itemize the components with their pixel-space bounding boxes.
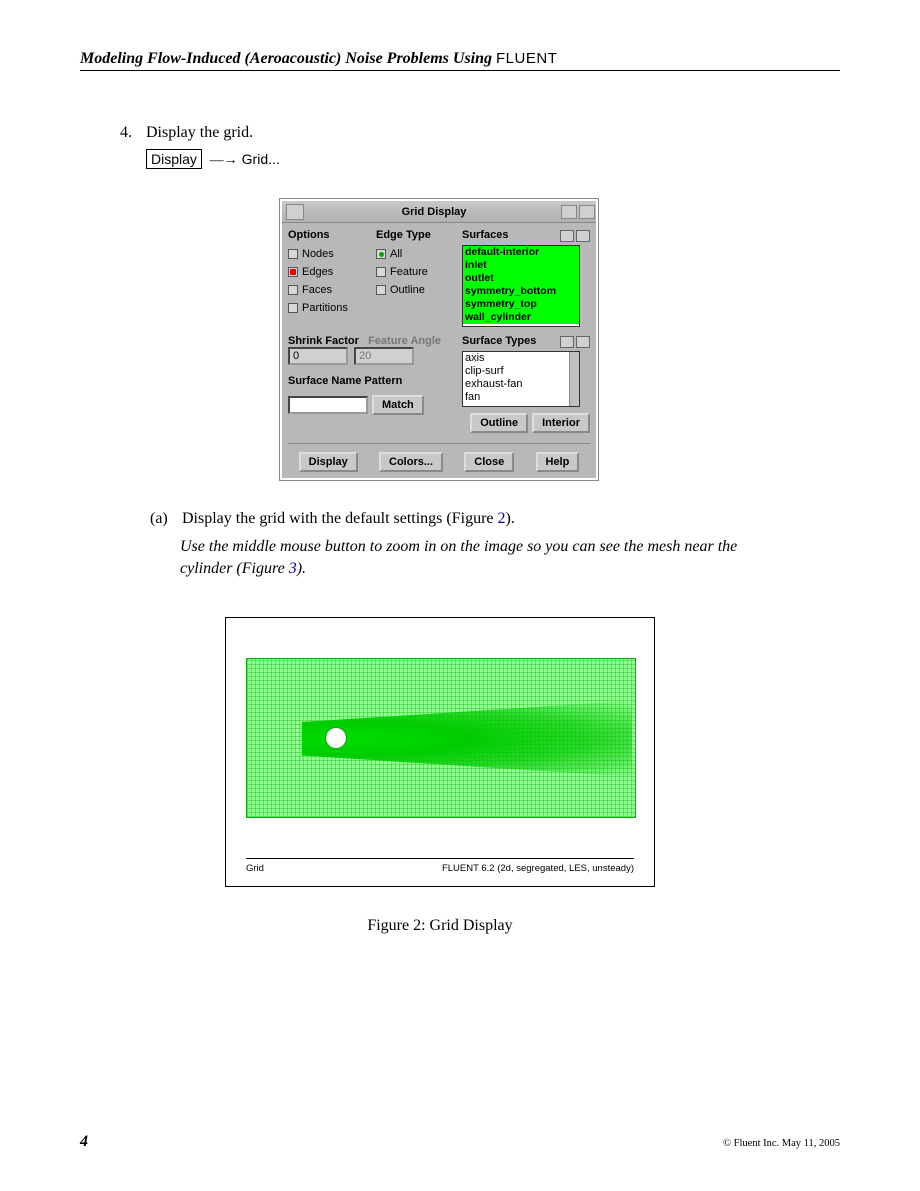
outline-button[interactable]: Outline	[470, 413, 528, 433]
grid-display-dialog: Grid Display Options Nodes Edges Faces P…	[280, 199, 598, 480]
radio-outline-label: Outline	[390, 284, 425, 296]
menu-grid: Grid...	[242, 151, 280, 167]
colors-button[interactable]: Colors...	[379, 452, 443, 472]
instruction-after: ).	[297, 560, 306, 577]
step-text: Display the grid.	[146, 124, 253, 141]
checkbox-edges-label: Edges	[302, 266, 333, 278]
cylinder-icon	[325, 727, 347, 749]
interior-button[interactable]: Interior	[532, 413, 590, 433]
mesh-plot	[246, 658, 636, 818]
edge-type-label: Edge Type	[376, 229, 456, 241]
list-item[interactable]: wall_cylinder	[463, 311, 579, 324]
list-item[interactable]: fan	[463, 391, 579, 404]
menu-display: Display	[146, 149, 202, 169]
radio-all[interactable]: All	[376, 248, 456, 260]
checkbox-faces[interactable]: Faces	[288, 284, 370, 296]
checkbox-faces-label: Faces	[302, 284, 332, 296]
radio-outline[interactable]: Outline	[376, 284, 456, 296]
plot-label: Grid	[246, 863, 264, 874]
instruction-text: Use the middle mouse button to zoom in o…	[180, 536, 740, 581]
system-menu-icon[interactable]	[286, 204, 304, 220]
header-title-text: Modeling Flow-Induced (Aeroacoustic) Noi…	[80, 50, 492, 67]
checkbox-partitions-label: Partitions	[302, 302, 348, 314]
arrow-icon: —→	[210, 153, 238, 169]
dialog-titlebar: Grid Display	[282, 201, 596, 223]
close-button[interactable]: Close	[464, 452, 514, 472]
deselect-all-types-icon[interactable]	[576, 336, 590, 348]
figure-frame: Grid FLUENT 6.2 (2d, segregated, LES, un…	[225, 617, 655, 887]
figure-3-link[interactable]: 3	[289, 560, 297, 577]
version-line: FLUENT 6.2 (2d, segregated, LES, unstead…	[442, 863, 634, 874]
list-item[interactable]: default-interior	[463, 246, 579, 259]
radio-all-label: All	[390, 248, 402, 260]
surface-types-listbox[interactable]: axis clip-surf exhaust-fan fan	[462, 351, 580, 407]
list-item[interactable]: symmetry_bottom	[463, 285, 579, 298]
list-item[interactable]: inlet	[463, 259, 579, 272]
instruction-before: Use the middle mouse button to zoom in o…	[180, 538, 737, 577]
help-button[interactable]: Help	[536, 452, 580, 472]
surfaces-label: Surfaces	[462, 229, 508, 241]
options-label: Options	[288, 229, 370, 241]
feature-angle-input: 20	[354, 347, 414, 365]
checkbox-nodes[interactable]: Nodes	[288, 248, 370, 260]
minimize-icon[interactable]	[561, 205, 577, 219]
substep-text-after: ).	[506, 510, 515, 527]
pattern-label: Surface Name Pattern	[288, 375, 456, 387]
page-footer: 4 © Fluent Inc. May 11, 2005	[80, 1133, 840, 1151]
page-number: 4	[80, 1133, 88, 1151]
surface-types-label: Surface Types	[462, 335, 536, 347]
maximize-icon[interactable]	[579, 205, 595, 219]
menu-path: Display —→Grid...	[146, 151, 840, 169]
surfaces-listbox[interactable]: default-interior inlet outlet symmetry_b…	[462, 245, 580, 327]
deselect-all-icon[interactable]	[576, 230, 590, 242]
list-item[interactable]: axis	[463, 352, 579, 365]
figure-caption: Figure 2: Grid Display	[225, 917, 655, 935]
select-all-icon[interactable]	[560, 230, 574, 242]
checkbox-nodes-label: Nodes	[302, 248, 334, 260]
list-item[interactable]: exhaust-fan	[463, 378, 579, 391]
dialog-title: Grid Display	[308, 206, 560, 218]
match-button[interactable]: Match	[372, 395, 424, 415]
list-item[interactable]: outlet	[463, 272, 579, 285]
page-header: Modeling Flow-Induced (Aeroacoustic) Noi…	[80, 50, 840, 70]
figure-2: Grid FLUENT 6.2 (2d, segregated, LES, un…	[225, 617, 655, 935]
substep-letter: (a)	[150, 510, 178, 528]
display-button[interactable]: Display	[299, 452, 358, 472]
list-item[interactable]: clip-surf	[463, 365, 579, 378]
header-product: FLUENT	[496, 50, 557, 67]
scrollbar[interactable]	[569, 352, 579, 406]
list-item[interactable]: symmetry_top	[463, 298, 579, 311]
checkbox-edges[interactable]: Edges	[288, 266, 370, 278]
pattern-input[interactable]	[288, 396, 368, 414]
radio-feature-label: Feature	[390, 266, 428, 278]
radio-feature[interactable]: Feature	[376, 266, 456, 278]
header-rule	[80, 70, 840, 71]
figure-2-link[interactable]: 2	[498, 510, 506, 527]
checkbox-partitions[interactable]: Partitions	[288, 302, 370, 314]
step-number: 4.	[120, 121, 142, 145]
substep-a: (a) Display the grid with the default se…	[150, 510, 840, 528]
feature-angle-label: Feature Angle	[368, 335, 441, 347]
select-all-types-icon[interactable]	[560, 336, 574, 348]
copyright: © Fluent Inc. May 11, 2005	[723, 1138, 840, 1149]
substep-text-before: Display the grid with the default settin…	[182, 510, 498, 527]
shrink-label: Shrink Factor	[288, 335, 359, 347]
wake-region	[302, 701, 632, 777]
shrink-input[interactable]: 0	[288, 347, 348, 365]
step-4: 4. Display the grid.	[120, 121, 840, 145]
